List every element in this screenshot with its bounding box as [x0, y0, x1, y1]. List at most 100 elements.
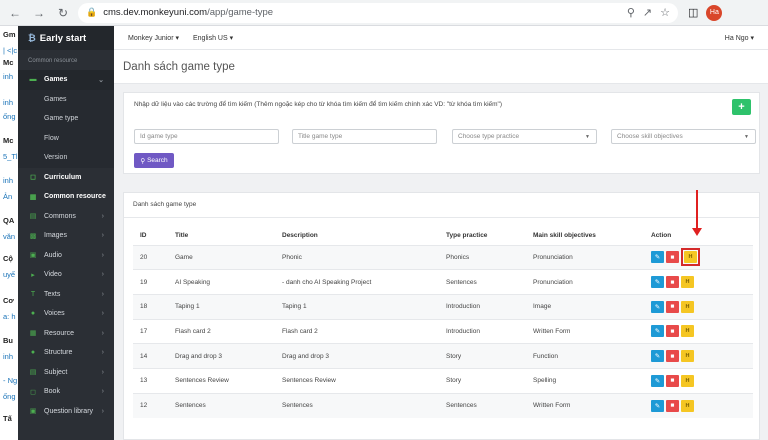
cell-id: 12 [133, 392, 168, 418]
address-bar[interactable]: 🔒 cms.dev.monkeyuni.com/app/game-type ⚲ … [78, 2, 678, 23]
select-value: Choose skill objectives [617, 133, 683, 140]
skill-objectives-select[interactable]: Choose skill objectives ▼ [611, 129, 756, 144]
id-search-input[interactable]: Id game type [134, 129, 279, 144]
background-text: QA [3, 216, 15, 225]
trash-icon: ■ [670, 402, 675, 410]
sidebar-item-question-library[interactable]: ▣ Question library › [18, 402, 114, 422]
background-text: Bu [3, 336, 13, 345]
column-header: Type practice [446, 232, 488, 240]
history-icon: H [685, 377, 690, 384]
search-button[interactable]: ⚲ Search [134, 153, 174, 168]
pencil-icon: ✎ [654, 254, 661, 262]
sidebar-item-video[interactable]: ▸ Video › [18, 265, 114, 285]
edit-button[interactable]: ✎ [651, 374, 664, 387]
history-button[interactable]: H [681, 325, 694, 338]
edit-button[interactable]: ✎ [651, 325, 664, 338]
edit-button[interactable]: ✎ [651, 251, 664, 264]
cell-description: Taping 1 [275, 293, 439, 320]
sidebar-item-commons[interactable]: ▤ Commons › [18, 207, 114, 227]
type-practice-select[interactable]: Choose type practice ▼ [452, 129, 597, 144]
voice-icon: ● [30, 310, 36, 318]
edit-button[interactable]: ✎ [651, 399, 664, 412]
background-text: ống [3, 112, 16, 121]
chevron-down-icon: ▼ [585, 133, 590, 140]
history-button[interactable]: H [681, 276, 694, 289]
forward-icon[interactable]: → [30, 4, 48, 22]
table-row: 12 Sentences Sentences Sentences Written For… [133, 392, 753, 418]
delete-button[interactable]: ■ [666, 350, 679, 363]
delete-button[interactable]: ■ [666, 399, 679, 412]
edit-button[interactable]: ✎ [651, 276, 664, 289]
sidebar-item-common-resource[interactable]: ▦ Common resource [18, 187, 114, 207]
trash-icon: ■ [670, 253, 675, 261]
sidebar-item-games[interactable]: ▬ Games ⌄ [18, 70, 114, 90]
chevron-down-icon: ⌄ [98, 76, 104, 84]
background-text: Ản [3, 192, 13, 201]
delete-button[interactable]: ■ [666, 374, 679, 387]
delete-button[interactable]: ■ [666, 251, 679, 264]
zoom-icon[interactable]: ⚲ [627, 6, 635, 19]
page-title: Danh sách game type [114, 50, 768, 84]
url-text: cms.dev.monkeyuni.com/app/game-type [103, 7, 274, 18]
chevron-right-icon: › [101, 290, 104, 298]
delete-button[interactable]: ■ [666, 325, 679, 338]
cell-type: Phonics [439, 244, 526, 270]
user-menu[interactable]: Ha Ngo ▾ [725, 34, 754, 42]
sidebar-item-label: Texts [44, 290, 61, 298]
profile-avatar[interactable]: Ha [706, 4, 723, 21]
language-dropdown[interactable]: English US ▾ [193, 34, 233, 42]
background-text: | <|c [3, 46, 18, 55]
back-icon[interactable]: ← [6, 4, 24, 22]
sidebar-item-resource[interactable]: ▦ Resource › [18, 324, 114, 344]
product-dropdown[interactable]: Monkey Junior ▾ [128, 34, 179, 42]
edit-button[interactable]: ✎ [651, 300, 664, 313]
sidebar-item-audio[interactable]: ▣ Audio › [18, 246, 114, 266]
cell-id: 20 [133, 244, 168, 270]
star-icon[interactable]: ☆ [660, 6, 670, 19]
list-title: Danh sách game type [133, 201, 197, 208]
sidebar-item-images[interactable]: ▩ Images › [18, 226, 114, 246]
annotation-arrow-head [692, 228, 702, 236]
table-row: 17 Flash card 2 Flash card 2 Introduction Wr… [133, 318, 753, 344]
share-icon[interactable]: ↗ [643, 6, 652, 19]
game-type-table: ID Title Description Type practice Main … [133, 227, 753, 418]
submenu-item-game-type[interactable]: Game type [18, 109, 114, 129]
sidebar-item-structure[interactable]: ● Structure › [18, 343, 114, 363]
cell-description: Sentences [275, 392, 439, 418]
chevron-right-icon: › [101, 349, 104, 357]
history-button[interactable]: H [681, 399, 694, 412]
text-icon: T [30, 290, 36, 298]
submenu-item-games[interactable]: Games [18, 90, 114, 110]
question-icon: ▣ [29, 408, 37, 416]
history-button[interactable]: H [681, 350, 694, 363]
history-button[interactable]: H [681, 374, 694, 387]
cell-skill: Pronunciation [526, 269, 644, 295]
chevron-right-icon: › [101, 310, 104, 318]
sidebar-item-subject[interactable]: ▤ Subject › [18, 363, 114, 383]
reload-icon[interactable]: ↻ [54, 4, 72, 22]
background-text: Mc [3, 58, 14, 67]
sidebar-item-label: Commons [44, 212, 76, 220]
brand-logo[interactable]: ₿ Early start [18, 26, 114, 50]
sidebar-item-curriculum[interactable]: ◻ Curriculum [18, 168, 114, 188]
games-submenu: Games Game type Flow Version [18, 89, 114, 168]
submenu-item-flow[interactable]: Flow [18, 129, 114, 149]
submenu-item-version[interactable]: Version [18, 148, 114, 168]
cell-title: Drag and drop 3 [168, 343, 275, 369]
background-page-strip: Gm | <|c Mc inh inh ống Mc 5_Tl inh Ản QA văn Cộ uyế C… [0, 26, 18, 440]
edit-button[interactable]: ✎ [651, 350, 664, 363]
divider [124, 217, 759, 218]
history-button[interactable]: H [681, 300, 694, 313]
sidebar-item-book[interactable]: ◻ Book › [18, 382, 114, 402]
add-button[interactable]: + [732, 99, 751, 115]
sidepanel-icon[interactable]: ◫ [688, 6, 698, 19]
sidebar-item-voices[interactable]: ● Voices › [18, 304, 114, 324]
history-button[interactable]: H [684, 251, 697, 264]
cell-skill: Written Form [526, 318, 644, 344]
delete-button[interactable]: ■ [666, 276, 679, 289]
title-search-input[interactable]: Title game type [292, 129, 437, 144]
cell-title: Flash card 2 [168, 318, 275, 344]
cell-skill: Image [526, 293, 644, 320]
sidebar-item-texts[interactable]: T Texts › [18, 285, 114, 305]
delete-button[interactable]: ■ [666, 300, 679, 313]
